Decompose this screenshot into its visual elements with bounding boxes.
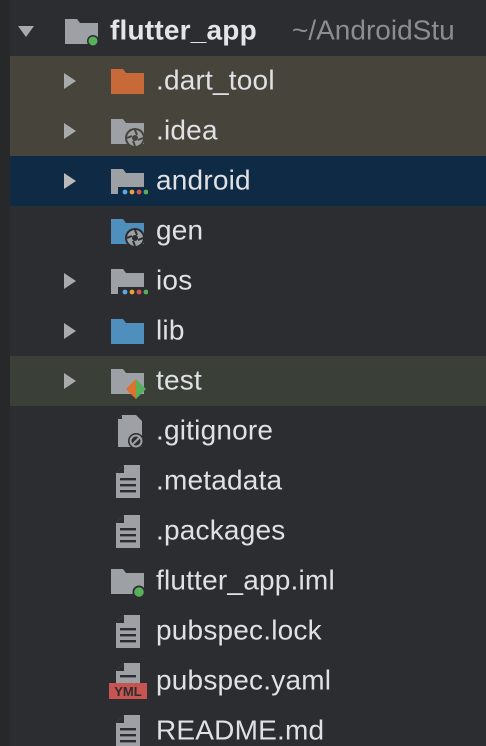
- yaml-file-icon: YML: [108, 661, 148, 701]
- tree-item-gen[interactable]: gen: [0, 206, 486, 256]
- tree-item-label: README.md: [156, 714, 325, 746]
- tree-item-dart-tool[interactable]: .dart_tool: [0, 56, 486, 106]
- tree-item-test[interactable]: test: [0, 356, 486, 406]
- tree-item-label: .packages: [156, 514, 286, 546]
- text-file-icon: [108, 461, 148, 501]
- folder-module-icon: [108, 161, 148, 201]
- folder-source-icon: [108, 311, 148, 351]
- tree-item-idea[interactable]: .idea: [0, 106, 486, 156]
- project-tree: flutter_app ~/AndroidStu .dart_tool .ide…: [0, 6, 486, 746]
- tree-item-metadata[interactable]: .metadata: [0, 456, 486, 506]
- folder-module-icon: [62, 11, 102, 51]
- folder-module-icon: [108, 261, 148, 301]
- tree-item-readme[interactable]: README.md: [0, 706, 486, 746]
- tree-item-lib[interactable]: lib: [0, 306, 486, 356]
- tree-item-ios[interactable]: ios: [0, 256, 486, 306]
- folder-generated-icon: [108, 211, 148, 251]
- tree-item-label: pubspec.yaml: [156, 664, 332, 696]
- tree-root-flutter-app[interactable]: flutter_app ~/AndroidStu: [0, 6, 486, 56]
- chevron-down-icon[interactable]: [16, 21, 36, 41]
- tree-item-label: gen: [156, 214, 204, 246]
- project-path: ~/AndroidStu: [292, 14, 455, 46]
- tree-item-label: lib: [156, 314, 185, 346]
- folder-excluded-icon: [108, 61, 148, 101]
- text-file-icon: [108, 511, 148, 551]
- tree-item-label: test: [156, 364, 202, 396]
- chevron-right-icon[interactable]: [60, 371, 80, 391]
- tree-item-label: .metadata: [156, 464, 283, 496]
- chevron-right-icon[interactable]: [60, 171, 80, 191]
- tree-item-pubspec-yaml[interactable]: YML pubspec.yaml: [0, 656, 486, 706]
- folder-idea-icon: [108, 111, 148, 151]
- chevron-right-icon[interactable]: [60, 121, 80, 141]
- project-name: flutter_app: [110, 14, 257, 46]
- module-file-icon: [108, 561, 148, 601]
- tree-item-flutter-app-iml[interactable]: flutter_app.iml: [0, 556, 486, 606]
- tree-item-label: ios: [156, 264, 193, 296]
- tree-item-label: pubspec.lock: [156, 614, 322, 646]
- ignore-file-icon: [108, 411, 148, 451]
- chevron-right-icon[interactable]: [60, 271, 80, 291]
- tree-item-label: .gitignore: [156, 414, 274, 446]
- left-gutter: [0, 0, 10, 746]
- tree-item-label: .idea: [156, 114, 218, 146]
- tree-item-label: android: [156, 164, 251, 196]
- text-file-icon: [108, 711, 148, 746]
- tree-item-label: .dart_tool: [156, 64, 275, 96]
- yaml-badge-text: YML: [114, 684, 142, 699]
- text-file-icon: [108, 611, 148, 651]
- tree-item-android[interactable]: android: [0, 156, 486, 206]
- chevron-right-icon[interactable]: [60, 71, 80, 91]
- chevron-right-icon[interactable]: [60, 321, 80, 341]
- tree-item-label: flutter_app.iml: [156, 564, 335, 596]
- tree-item-packages[interactable]: .packages: [0, 506, 486, 556]
- tree-item-pubspec-lock[interactable]: pubspec.lock: [0, 606, 486, 656]
- tree-item-gitignore[interactable]: .gitignore: [0, 406, 486, 456]
- folder-test-icon: [108, 361, 148, 401]
